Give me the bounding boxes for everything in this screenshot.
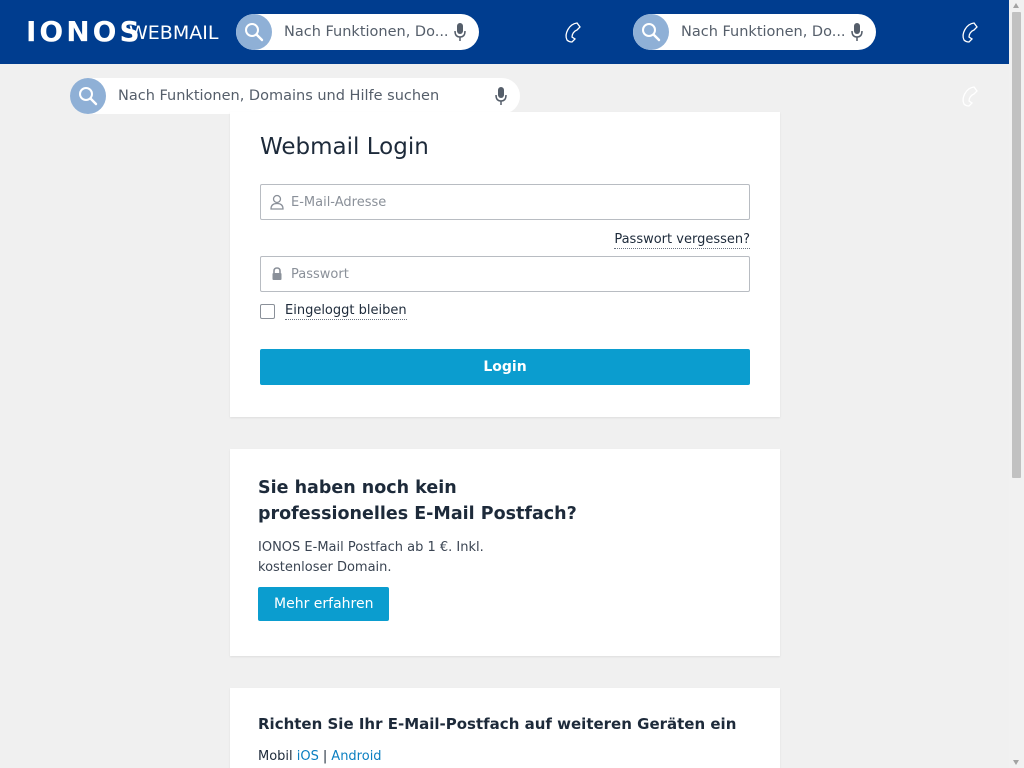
ionos-logo[interactable]: IONOS: [26, 15, 143, 49]
remember-me-checkbox[interactable]: [260, 304, 275, 319]
devices-card: Richten Sie Ihr E-Mail-Postfach auf weit…: [230, 688, 780, 768]
page-scrollbar[interactable]: [1009, 0, 1024, 768]
password-field[interactable]: [260, 256, 750, 292]
search-icon[interactable]: [70, 78, 106, 114]
microphone-icon[interactable]: [851, 23, 863, 45]
lock-icon: [270, 266, 284, 286]
forgot-password-link[interactable]: Passwort vergessen?: [614, 232, 750, 249]
header-search-input-2[interactable]: Nach Funktionen, Do...: [633, 14, 876, 50]
search-icon[interactable]: [633, 14, 669, 50]
devices-title: Richten Sie Ihr E-Mail-Postfach auf weit…: [258, 715, 737, 733]
phone-icon[interactable]: [960, 84, 984, 112]
promo-text: IONOS E-Mail Postfach ab 1 €. Inkl. kost…: [258, 540, 484, 575]
promo-title: Sie haben noch kein professionelles E-Ma…: [258, 478, 577, 524]
microphone-icon[interactable]: [454, 23, 466, 45]
header-bar: IONOS WEBMAIL Nach Funktionen, Do... Nac…: [0, 0, 1009, 64]
phone-icon[interactable]: [960, 20, 984, 48]
scroll-down-arrow[interactable]: [1013, 760, 1019, 765]
password-input[interactable]: [291, 257, 731, 291]
email-input[interactable]: [291, 185, 731, 219]
webmail-label: WEBMAIL: [129, 22, 219, 44]
ios-link[interactable]: iOS: [297, 749, 319, 764]
email-field[interactable]: [260, 184, 750, 220]
search-placeholder: Nach Funktionen, Domains und Hilfe suche…: [118, 88, 440, 104]
scrollbar-thumb[interactable]: [1012, 12, 1021, 478]
link-separator: |: [322, 749, 328, 764]
devices-line: Mobil iOS | Android: [258, 749, 382, 764]
search-placeholder: Nach Funktionen, Do...: [681, 24, 846, 40]
search-icon[interactable]: [236, 14, 272, 50]
android-link[interactable]: Android: [331, 749, 381, 764]
search-placeholder: Nach Funktionen, Do...: [284, 24, 449, 40]
login-card: Webmail Login Passwort vergessen? Eingel…: [230, 112, 780, 417]
mobile-label: Mobil: [258, 749, 293, 764]
remember-me-label[interactable]: Eingeloggt bleiben: [285, 303, 407, 320]
learn-more-button[interactable]: Mehr erfahren: [258, 587, 390, 621]
microphone-icon[interactable]: [495, 87, 507, 109]
scroll-up-arrow[interactable]: [1013, 3, 1019, 8]
phone-icon[interactable]: [563, 20, 587, 48]
login-button[interactable]: Login: [260, 349, 750, 385]
search-input[interactable]: Nach Funktionen, Domains und Hilfe suche…: [70, 78, 520, 114]
header-search-input[interactable]: Nach Funktionen, Do...: [236, 14, 479, 50]
login-title: Webmail Login: [260, 134, 429, 160]
promo-card: Sie haben noch kein professionelles E-Ma…: [230, 449, 780, 656]
user-icon: [270, 194, 284, 214]
